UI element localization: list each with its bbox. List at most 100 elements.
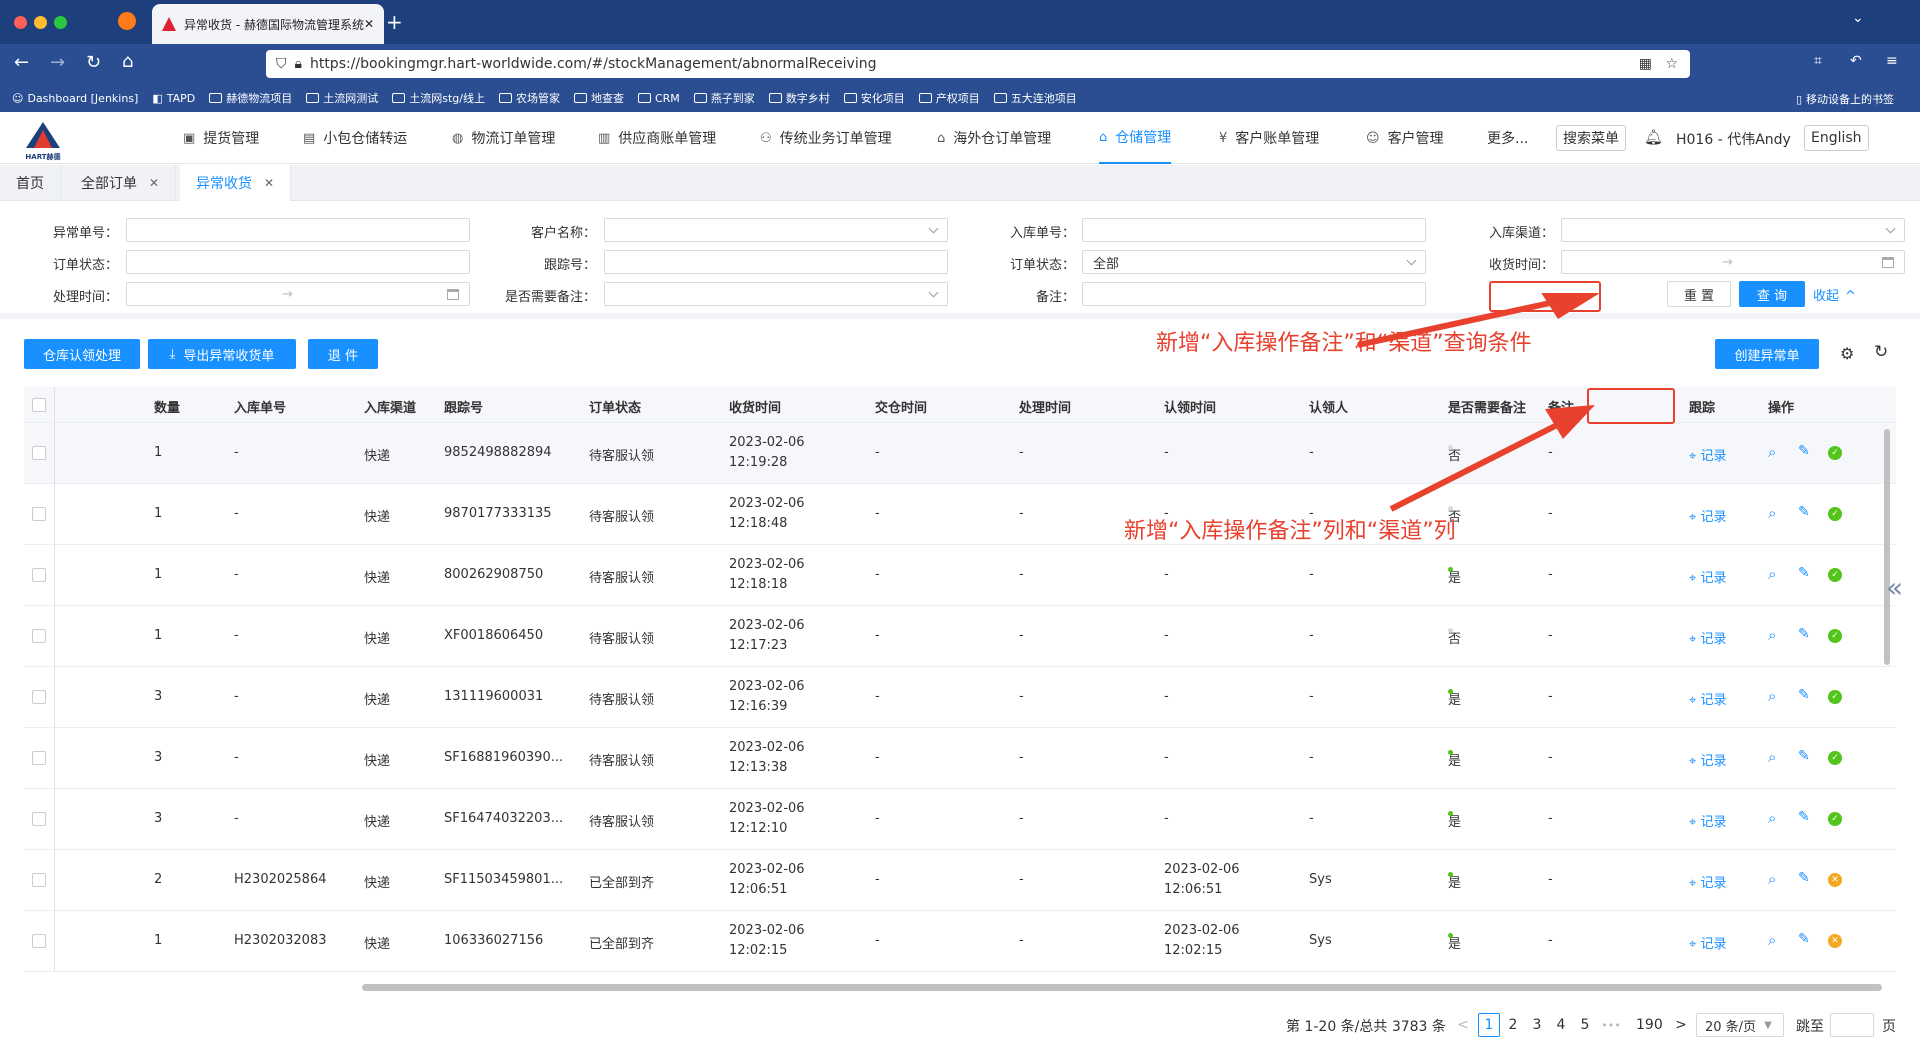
logo[interactable]: HART赫德	[22, 120, 64, 161]
edit-icon[interactable]: ✎	[1798, 931, 1810, 947]
bookmark-folder[interactable]: 数字乡村	[768, 90, 830, 106]
table-row[interactable]: 3 - 快递 SF16881960390... 待客服认领 2023-02-06 12:13…	[24, 728, 1896, 789]
row-checkbox[interactable]	[32, 568, 46, 582]
edit-icon[interactable]: ✎	[1798, 443, 1810, 459]
row-checkbox[interactable]	[32, 751, 46, 765]
page-5[interactable]: 5	[1574, 1013, 1596, 1037]
search-icon[interactable]: ⌕	[1768, 870, 1776, 888]
edit-icon[interactable]: ✎	[1798, 504, 1810, 520]
bookmark-folder[interactable]: 土流网测试	[306, 90, 378, 106]
home-icon[interactable]: ⌂	[122, 51, 133, 72]
table-row[interactable]: 2 H2302025864 快递 SF11503459801... 已全部到齐 2023-…	[24, 850, 1896, 911]
new-tab-button[interactable]: +	[386, 10, 403, 34]
mobile-bookmarks[interactable]: ▯ 移动设备上的书签	[1796, 91, 1894, 107]
bookmark-folder[interactable]: 安化项目	[843, 90, 905, 106]
check-circle-icon[interactable]: ✓	[1828, 812, 1842, 826]
row-checkbox[interactable]	[32, 873, 46, 887]
page-last[interactable]: 190	[1636, 1013, 1663, 1037]
create-abnormal-button[interactable]: 创建异常单	[1715, 339, 1819, 369]
settings-icon[interactable]: ⚙	[1840, 344, 1854, 363]
tab-all-orders[interactable]: 全部订单 ✕	[65, 165, 177, 201]
user-name[interactable]: H016 - 代伟Andy	[1676, 129, 1791, 149]
nav-more[interactable]: 更多...	[1487, 112, 1528, 164]
url-text[interactable]: https://bookingmgr.hart-worldwide.com/#/…	[310, 56, 877, 72]
column-header[interactable]: 认领人	[1309, 397, 1348, 416]
edit-icon[interactable]: ✎	[1798, 626, 1810, 642]
next-page-button[interactable]: >	[1670, 1013, 1692, 1037]
vertical-scrollbar[interactable]	[1884, 429, 1890, 665]
record-link[interactable]: ⌖ 记录	[1689, 811, 1726, 830]
column-header[interactable]: 入库渠道	[364, 397, 416, 416]
row-checkbox[interactable]	[32, 446, 46, 460]
column-header[interactable]: 跟踪	[1689, 397, 1715, 416]
bookmark-folder[interactable]: 燕子到家	[693, 90, 755, 106]
return-button[interactable]: 退 件	[308, 339, 378, 369]
horizontal-scrollbar[interactable]	[362, 984, 1882, 991]
nav-customer-bills[interactable]: ¥ 客户账单管理	[1219, 112, 1319, 164]
column-header[interactable]: 入库单号	[234, 397, 286, 416]
jump-input[interactable]	[1830, 1013, 1874, 1037]
bookmark-item[interactable]: ☺ Dashboard [Jenkins]	[12, 92, 138, 105]
collapse-link[interactable]: 收起 ^	[1813, 285, 1856, 304]
edit-icon[interactable]: ✎	[1798, 809, 1810, 825]
edit-icon[interactable]: ✎	[1798, 687, 1810, 703]
table-row[interactable]: 1 - 快递 XF0018606450 待客服认领 2023-02-06 12:17:23 -…	[24, 606, 1896, 667]
bookmark-folder[interactable]: 赫德物流项目	[209, 90, 292, 106]
column-header[interactable]: 认领时间	[1164, 397, 1216, 416]
close-icon[interactable]: ✕	[149, 176, 159, 190]
page-2[interactable]: 2	[1502, 1013, 1524, 1037]
edit-icon[interactable]: ✎	[1798, 748, 1810, 764]
nav-warehouse[interactable]: ⌂ 仓储管理	[1099, 112, 1172, 164]
bookmark-folder[interactable]: CRM	[637, 92, 680, 105]
bookmark-star-icon[interactable]: ☆	[1665, 56, 1678, 72]
record-link[interactable]: ⌖ 记录	[1689, 689, 1726, 708]
bookmark-folder[interactable]: 地查查	[573, 90, 624, 106]
browser-tab[interactable]: 异常收货 - 赫德国际物流管理系统 ✕	[152, 4, 384, 44]
qr-code-icon[interactable]: ▦	[1639, 56, 1652, 72]
crop-icon[interactable]: ⌗	[1814, 53, 1822, 69]
minimize-window-button[interactable]	[34, 16, 47, 29]
reset-button[interactable]: 重 置	[1667, 281, 1731, 307]
column-header[interactable]: 数量	[154, 397, 180, 416]
warning-circle-icon[interactable]: ✕	[1828, 934, 1842, 948]
need-note-select[interactable]	[604, 282, 948, 306]
column-header[interactable]: 跟踪号	[444, 397, 483, 416]
forward-icon[interactable]: →	[50, 52, 65, 73]
customer-name-select[interactable]	[604, 218, 948, 242]
bookmark-item[interactable]: ◧ TAPD	[152, 92, 195, 105]
row-checkbox[interactable]	[32, 934, 46, 948]
prev-page-button[interactable]: <	[1452, 1013, 1474, 1037]
search-button[interactable]: 查 询	[1739, 281, 1805, 307]
nav-traditional-orders[interactable]: ⚇ 传统业务订单管理	[760, 112, 892, 164]
search-menu-button[interactable]: 搜索菜单	[1556, 125, 1626, 151]
nav-logistics-orders[interactable]: ◍ 物流订单管理	[452, 112, 555, 164]
check-circle-icon[interactable]: ✓	[1828, 446, 1842, 460]
abnormal-no-input[interactable]	[126, 218, 470, 242]
nav-customers[interactable]: ☺ 客户管理	[1366, 112, 1444, 164]
order-status-select[interactable]: 全部	[1082, 250, 1426, 274]
table-row[interactable]: 1 - 快递 9870177333135 待客服认领 2023-02-06 12:18:48…	[24, 484, 1896, 545]
record-link[interactable]: ⌖ 记录	[1689, 506, 1726, 525]
page-ellipsis[interactable]: •••	[1600, 1013, 1622, 1037]
close-tab-icon[interactable]: ✕	[364, 17, 374, 31]
check-circle-icon[interactable]: ✓	[1828, 751, 1842, 765]
check-circle-icon[interactable]: ✓	[1828, 507, 1842, 521]
menu-icon[interactable]: ≡	[1886, 53, 1898, 69]
nav-overseas-orders[interactable]: ⌂ 海外仓订单管理	[937, 112, 1051, 164]
table-row[interactable]: 3 - 快递 SF16474032203... 待客服认领 2023-02-06 12:12…	[24, 789, 1896, 850]
record-link[interactable]: ⌖ 记录	[1689, 567, 1726, 586]
refresh-icon[interactable]: ↻	[1874, 342, 1888, 362]
table-row[interactable]: 3 - 快递 131119600031 待客服认领 2023-02-06 12:16:39 -…	[24, 667, 1896, 728]
nav-parcel-storage[interactable]: ▤ 小包仓储转运	[303, 112, 407, 164]
export-button[interactable]: ⤓ 导出异常收货单	[148, 339, 296, 369]
inbound-no-input[interactable]	[1082, 218, 1426, 242]
column-header[interactable]: 处理时间	[1019, 397, 1071, 416]
column-header[interactable]: 交仓时间	[875, 397, 927, 416]
check-circle-icon[interactable]: ✓	[1828, 690, 1842, 704]
tracking-no-input[interactable]	[604, 250, 948, 274]
warning-circle-icon[interactable]: ✕	[1828, 873, 1842, 887]
order-status-input[interactable]	[126, 250, 470, 274]
check-circle-icon[interactable]: ✓	[1828, 568, 1842, 582]
nav-pickup[interactable]: ▣ 提货管理	[183, 112, 259, 164]
process-time-range[interactable]: →	[126, 282, 470, 306]
